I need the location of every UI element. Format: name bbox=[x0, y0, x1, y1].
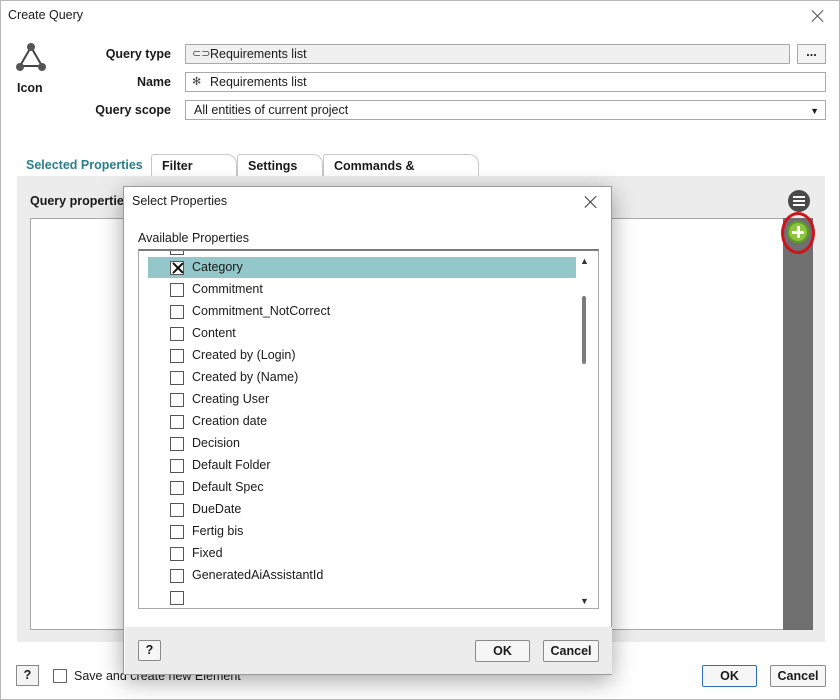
checkbox[interactable] bbox=[170, 525, 184, 539]
checkbox[interactable] bbox=[170, 261, 184, 275]
checkbox[interactable] bbox=[170, 591, 184, 605]
query-properties-label: Query properties bbox=[30, 194, 131, 208]
checkbox[interactable] bbox=[170, 283, 184, 297]
list-item[interactable]: Fixed bbox=[139, 543, 579, 565]
list-item[interactable]: Creation date bbox=[139, 411, 579, 433]
name-label: Name bbox=[136, 75, 171, 89]
query-scope-value: All entities of current project bbox=[194, 103, 349, 117]
list-item[interactable]: Decision bbox=[139, 433, 579, 455]
query-scope-select[interactable]: All entities of current project ▼ bbox=[185, 100, 826, 120]
list-item[interactable]: GeneratedAiAssistantId bbox=[139, 565, 579, 587]
menu-icon[interactable] bbox=[788, 190, 810, 212]
cancel-button[interactable]: Cancel bbox=[770, 665, 826, 687]
tab-settings[interactable]: Settings bbox=[237, 154, 323, 176]
available-properties-label: Available Properties bbox=[138, 231, 249, 245]
query-icon-picker[interactable]: Icon bbox=[13, 41, 49, 95]
checkbox[interactable] bbox=[170, 547, 184, 561]
checkbox[interactable] bbox=[170, 503, 184, 517]
query-scope-label: Query scope bbox=[95, 103, 171, 117]
select-properties-dialog: Select Properties Available Properties b… bbox=[123, 186, 612, 675]
checkbox[interactable] bbox=[170, 459, 184, 473]
list-item[interactable]: Commitment_NotCorrect bbox=[139, 301, 579, 323]
list-item[interactable]: Category bbox=[139, 257, 579, 279]
ok-button[interactable]: OK bbox=[702, 665, 757, 687]
checkbox[interactable] bbox=[170, 569, 184, 583]
list-item[interactable] bbox=[139, 587, 579, 608]
query-type-label: Query type bbox=[105, 47, 171, 61]
tab-selected-properties[interactable]: Selected Properties bbox=[26, 154, 143, 176]
checkbox[interactable] bbox=[170, 371, 184, 385]
close-icon[interactable] bbox=[584, 195, 598, 209]
list-item[interactable]: Creating User bbox=[139, 389, 579, 411]
highlight-ring bbox=[781, 212, 815, 254]
available-properties-list[interactable]: bbb Category Commitment Commitment_NotCo… bbox=[138, 249, 599, 609]
scroll-up-icon[interactable]: ▲ bbox=[580, 256, 589, 266]
name-value: Requirements list bbox=[210, 75, 307, 89]
list-item[interactable]: Default Folder bbox=[139, 455, 579, 477]
asterisk-icon: ✻ bbox=[192, 76, 202, 88]
checkbox[interactable] bbox=[170, 349, 184, 363]
list-item[interactable]: Commitment bbox=[139, 279, 579, 301]
list-item[interactable]: Created by (Login) bbox=[139, 345, 579, 367]
browse-query-type-button[interactable]: ... bbox=[797, 44, 826, 64]
dialog-help-button[interactable]: ? bbox=[138, 640, 161, 661]
query-type-field: ⊂⊃ Requirements list bbox=[185, 44, 790, 64]
checkbox[interactable] bbox=[170, 415, 184, 429]
close-icon[interactable] bbox=[811, 9, 825, 23]
list-item[interactable]: Fertig bis bbox=[139, 521, 579, 543]
window-title: Create Query bbox=[8, 8, 84, 22]
checkbox[interactable] bbox=[170, 437, 184, 451]
list-item[interactable]: Default Spec bbox=[139, 477, 579, 499]
title-bar: Create Query bbox=[1, 1, 839, 31]
checkbox[interactable] bbox=[170, 393, 184, 407]
dialog-ok-button[interactable]: OK bbox=[475, 640, 530, 662]
properties-sidebar bbox=[783, 218, 813, 630]
list-item[interactable]: Created by (Name) bbox=[139, 367, 579, 389]
list-item[interactable]: DueDate bbox=[139, 499, 579, 521]
icon-label: Icon bbox=[17, 81, 43, 95]
tab-bar: Selected Properties Filter Settings Comm… bbox=[17, 154, 825, 195]
list-item[interactable]: Content bbox=[139, 323, 579, 345]
tab-filter[interactable]: Filter bbox=[151, 154, 237, 176]
checkbox[interactable] bbox=[170, 481, 184, 495]
checkbox[interactable] bbox=[170, 305, 184, 319]
dialog-footer: ? OK Cancel bbox=[125, 627, 612, 674]
query-type-value: Requirements list bbox=[210, 47, 307, 61]
chevron-down-icon: ▼ bbox=[810, 106, 819, 116]
name-input[interactable]: ✻ Requirements list bbox=[185, 72, 826, 92]
dialog-title: Select Properties bbox=[132, 194, 228, 208]
checkbox[interactable] bbox=[170, 327, 184, 341]
scroll-down-icon[interactable]: ▼ bbox=[580, 596, 589, 606]
help-button[interactable]: ? bbox=[16, 665, 39, 686]
scrollbar-thumb[interactable] bbox=[582, 296, 586, 364]
save-new-checkbox[interactable] bbox=[53, 669, 67, 683]
dialog-cancel-button[interactable]: Cancel bbox=[543, 640, 599, 662]
checkbox[interactable] bbox=[170, 251, 184, 255]
tab-commands-patterns[interactable]: Commands & patterns bbox=[323, 154, 479, 195]
link-icon: ⊂⊃ bbox=[192, 48, 211, 60]
triangle-nodes-icon bbox=[16, 43, 46, 71]
